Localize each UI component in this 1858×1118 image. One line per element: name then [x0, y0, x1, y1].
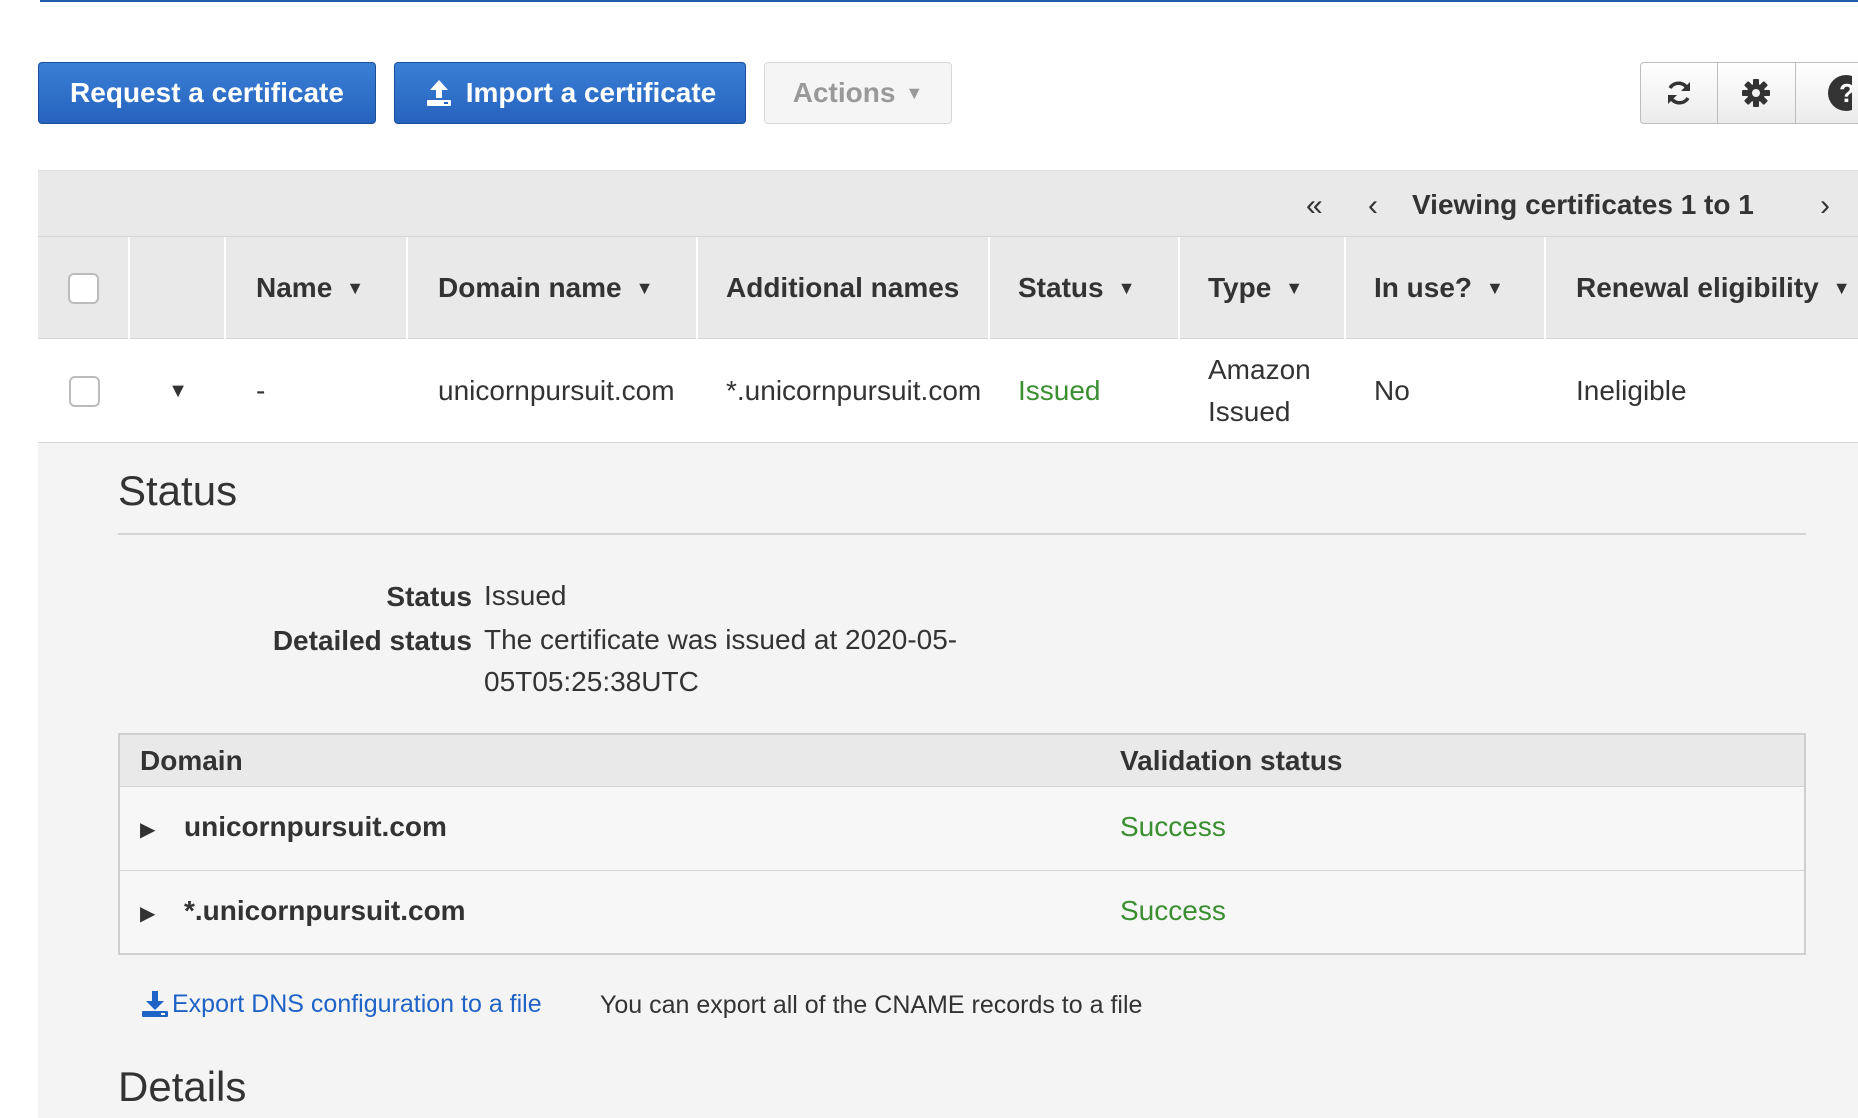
validation-status: Success	[1120, 895, 1226, 926]
cell-type: Amazon Issued	[1208, 339, 1311, 443]
download-icon	[140, 989, 170, 1019]
validation-row[interactable]: ▶ *.unicornpursuit.com Success	[120, 871, 1804, 955]
caret-down-icon: ▼	[905, 82, 924, 103]
cell-domain-name: unicornpursuit.com	[438, 375, 675, 406]
column-header-in-use[interactable]: In use? ▼	[1346, 237, 1546, 339]
cell-additional-names: *.unicornpursuit.com	[726, 375, 982, 406]
request-certificate-button[interactable]: Request a certificate	[38, 62, 376, 124]
column-header-label: Domain name	[438, 272, 622, 303]
refresh-button[interactable]	[1641, 63, 1719, 123]
column-header-name[interactable]: Name ▼	[226, 237, 408, 339]
previous-page-button[interactable]: ‹	[1368, 189, 1378, 223]
first-page-button[interactable]: «	[1306, 189, 1323, 223]
row-checkbox[interactable]	[68, 375, 100, 407]
status-section-title: Status	[118, 467, 238, 514]
sort-caret-icon: ▼	[1285, 277, 1304, 298]
export-note: You can export all of the CNAME records …	[600, 991, 1143, 1019]
sort-caret-icon: ▼	[346, 277, 365, 298]
status-label: Status	[386, 581, 472, 612]
column-header-label: Type	[1208, 272, 1272, 303]
help-icon: ?	[1828, 75, 1853, 111]
cell-type-line2: Issued	[1208, 396, 1291, 427]
expand-caret-icon[interactable]: ▶	[140, 817, 155, 842]
cell-status: Issued	[1018, 375, 1101, 406]
validation-domain: unicornpursuit.com	[184, 811, 447, 842]
sort-caret-icon: ▼	[635, 277, 654, 298]
sort-caret-icon: ▼	[1117, 277, 1136, 298]
export-dns-label: Export DNS configuration to a file	[172, 989, 542, 1018]
pager: « ‹ Viewing certificates 1 to 1 › »	[38, 171, 1858, 237]
import-certificate-button[interactable]: Import a certificate	[394, 62, 746, 124]
validation-row[interactable]: ▶ unicornpursuit.com Success	[120, 787, 1804, 871]
validation-column-status: Validation status	[1120, 745, 1343, 776]
header-select-cell	[38, 237, 130, 339]
sort-caret-icon: ▼	[1832, 277, 1851, 298]
column-header-status[interactable]: Status ▼	[990, 237, 1180, 339]
header-expand-cell	[130, 237, 226, 339]
detailed-status-line2: 05T05:25:38UTC	[484, 666, 699, 697]
collapse-caret-icon[interactable]: ▼	[168, 370, 188, 412]
toolbar: Request a certificate Import a certifica…	[38, 62, 952, 124]
status-value: Issued	[484, 580, 567, 611]
settings-button[interactable]	[1718, 63, 1796, 123]
cell-type-line1: Amazon	[1208, 354, 1311, 385]
upload-icon	[424, 78, 454, 108]
row-expand-cell: ▼	[130, 339, 226, 443]
toolbar-icon-group: ?	[1640, 62, 1858, 124]
cell-name: -	[256, 375, 266, 406]
column-header-label: Renewal eligibility	[1576, 272, 1819, 303]
request-certificate-label: Request a certificate	[70, 77, 344, 108]
row-select-cell	[38, 339, 130, 443]
help-button[interactable]: ?	[1796, 63, 1858, 123]
validation-table-header: Domain Validation status	[120, 735, 1804, 787]
validation-column-domain: Domain	[140, 745, 243, 776]
actions-label: Actions	[792, 77, 896, 108]
column-header-label: Name	[256, 272, 333, 303]
column-header-label: Status	[1018, 272, 1104, 303]
table-header: Name ▼ Domain name ▼ Additional names St…	[38, 237, 1858, 339]
details-section-title: Details	[118, 1063, 247, 1110]
top-rule	[40, 0, 1858, 2]
actions-dropdown[interactable]: Actions ▼	[764, 62, 952, 124]
column-header-label: Additional names	[726, 272, 960, 303]
cell-renewal-eligibility: Ineligible	[1576, 375, 1687, 406]
detailed-status-line1: The certificate was issued at 2020-05-	[484, 624, 958, 655]
import-certificate-label: Import a certificate	[465, 77, 717, 108]
column-header-label: In use?	[1374, 272, 1473, 303]
column-header-additional-names: Additional names	[698, 237, 990, 339]
table-row[interactable]: ▼ - unicornpursuit.com *.unicornpursuit.…	[38, 339, 1858, 443]
validation-status: Success	[1120, 811, 1226, 842]
column-header-renewal-eligibility[interactable]: Renewal eligibility ▼	[1546, 237, 1858, 339]
sort-caret-icon: ▼	[1486, 277, 1504, 298]
detailed-status-value: The certificate was issued at 2020-05- 0…	[484, 619, 957, 703]
expand-caret-icon[interactable]: ▶	[140, 901, 155, 926]
next-page-button[interactable]: ›	[1820, 189, 1830, 223]
column-header-type[interactable]: Type ▼	[1180, 237, 1346, 339]
svg-text:?: ?	[1839, 78, 1852, 108]
gear-icon	[1742, 79, 1771, 107]
export-dns-link[interactable]: Export DNS configuration to a file	[140, 989, 542, 1019]
page: Request a certificate Import a certifica…	[0, 0, 1858, 1118]
select-all-checkbox[interactable]	[67, 272, 99, 304]
validation-table: Domain Validation status ▶ unicornpursui…	[118, 733, 1806, 955]
detailed-status-label: Detailed status	[272, 625, 472, 656]
column-header-domain-name[interactable]: Domain name ▼	[408, 237, 698, 339]
certificates-table: « ‹ Viewing certificates 1 to 1 › » Name…	[38, 170, 1858, 1118]
cell-in-use: No	[1374, 375, 1410, 406]
status-section-divider	[118, 533, 1806, 535]
refresh-icon	[1668, 81, 1691, 105]
pager-label: Viewing certificates 1 to 1	[1412, 189, 1754, 220]
validation-domain: *.unicornpursuit.com	[184, 895, 466, 926]
